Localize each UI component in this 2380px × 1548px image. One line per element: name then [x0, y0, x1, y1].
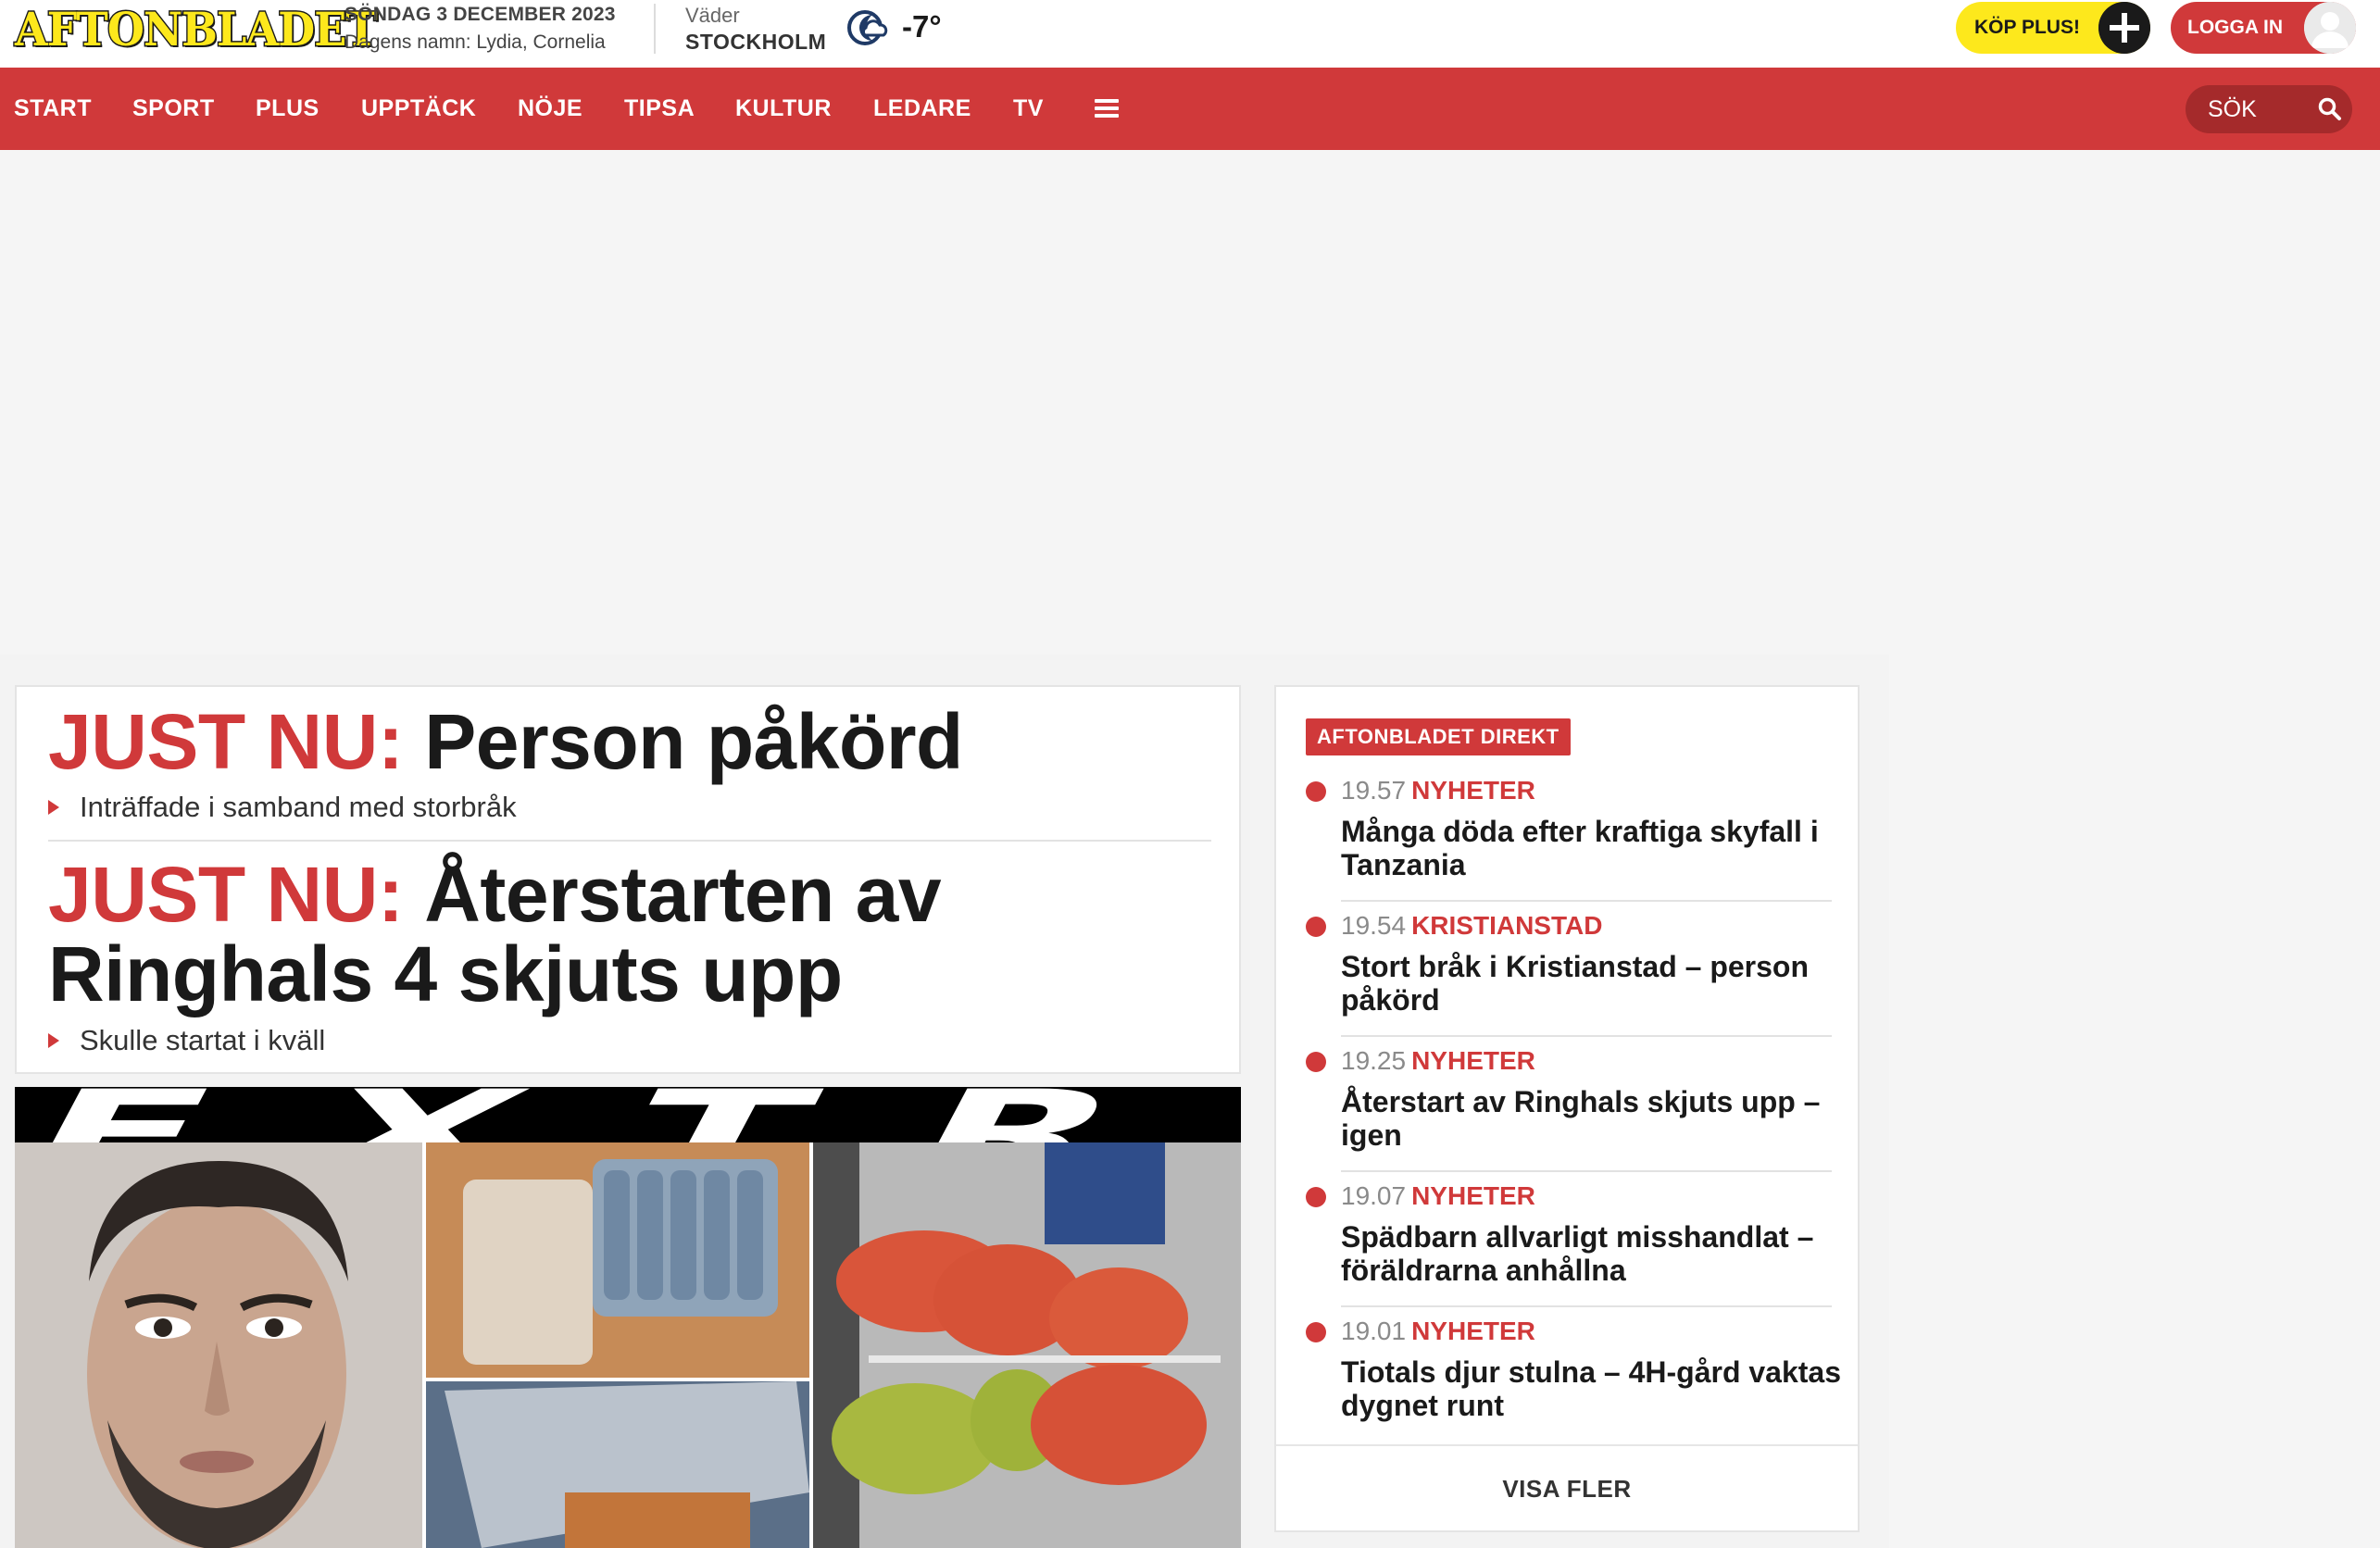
direkt-item-title: Återstart av Ringhals skjuts upp – igen — [1341, 1085, 1821, 1152]
header-divider — [654, 4, 656, 54]
extra-banner-text: EXTRA — [15, 1087, 1241, 1142]
extra-banner: EXTRA — [15, 1087, 1241, 1142]
just-nu-headline-2-line2: Ringhals 4 skjuts upp — [48, 934, 843, 1014]
closet-pills-image — [813, 1142, 1241, 1548]
just-nu-headline-2: JUST NU: Återstarten av — [48, 855, 942, 934]
aftonbladet-logo[interactable]: AFTONBLADET — [14, 0, 379, 57]
user-avatar-icon — [2304, 2, 2356, 54]
search-icon[interactable] — [2317, 96, 2343, 122]
direkt-badge: AFTONBLADET DIREKT — [1306, 718, 1571, 755]
direkt-item[interactable]: 19.25 NYHETER Återstart av Ringhals skjut… — [1276, 1037, 1858, 1172]
headline-text: Ringhals 4 skjuts upp — [48, 930, 843, 1017]
nav-item-sport[interactable]: SPORT — [132, 68, 215, 150]
direkt-item-time: 19.07 — [1341, 1181, 1407, 1210]
live-dot-icon — [1306, 917, 1326, 937]
search-label: SÖK — [2208, 96, 2257, 122]
weather-temperature: -7° — [902, 9, 942, 44]
live-dot-icon — [1306, 1052, 1326, 1072]
subline-text: Inträffade i samband med storbråk — [80, 791, 517, 823]
just-nu-prefix: JUST NU: — [48, 698, 404, 785]
drug-bags-photo — [426, 1142, 809, 1378]
direkt-item-category: NYHETER — [1411, 1317, 1535, 1345]
nav-item-tipsa[interactable]: TIPSA — [624, 68, 695, 150]
live-dot-icon — [1306, 1322, 1326, 1342]
live-dot-icon — [1306, 781, 1326, 802]
seized-bags-image — [426, 1142, 809, 1378]
direkt-item-meta: 19.25 NYHETER — [1341, 1046, 1535, 1076]
show-more-button[interactable]: VISA FLER — [1276, 1444, 1858, 1532]
direkt-item[interactable]: 19.01 NYHETER Tiotals djur stulna – 4H-gå… — [1276, 1307, 1858, 1442]
nav-item-tv[interactable]: TV — [1013, 68, 1044, 150]
ad-placeholder — [0, 150, 2380, 655]
name-day: Dagens namn: Lydia, Cornelia — [344, 31, 606, 53]
login-button[interactable]: LOGGA IN — [2171, 2, 2356, 54]
suspect-face-image — [15, 1142, 422, 1548]
direkt-item[interactable]: 19.57 NYHETER Många döda efter kraftiga s… — [1276, 767, 1858, 902]
weather-widget[interactable]: Väder STOCKHOLM — [685, 4, 826, 55]
closet-photo — [813, 1142, 1241, 1548]
plastic-bag-image — [426, 1381, 809, 1548]
direkt-item-meta: 19.54 KRISTIANSTAD — [1341, 911, 1602, 941]
triangle-right-icon — [48, 800, 59, 815]
triangle-right-icon — [48, 1033, 59, 1048]
nav-item-plus[interactable]: PLUS — [256, 68, 319, 150]
nav-item-kultur[interactable]: KULTUR — [735, 68, 832, 150]
extra-teaser[interactable]: EXTRA — [15, 1087, 1241, 1548]
just-nu-subline-2: Skulle startat i kväll — [48, 1024, 325, 1057]
direkt-item-category: NYHETER — [1411, 776, 1535, 805]
divider — [48, 840, 1211, 842]
logo-text: AFTONBLADET — [14, 0, 379, 57]
login-label: LOGGA IN — [2187, 17, 2284, 38]
direkt-item-meta: 19.57 NYHETER — [1341, 776, 1535, 805]
plastic-bag-photo — [426, 1381, 809, 1548]
direkt-item-title: Stort bråk i Kristianstad – person påkör… — [1341, 950, 1810, 1017]
just-nu-box: JUST NU: Person påkörd Inträffade i samb… — [15, 685, 1241, 1074]
direkt-item-meta: 19.07 NYHETER — [1341, 1181, 1535, 1211]
direkt-item-category: NYHETER — [1411, 1046, 1535, 1075]
headline-text: Återstarten av — [424, 851, 942, 938]
direkt-item[interactable]: 19.54 KRISTIANSTAD Stort bråk i Kristians… — [1276, 902, 1858, 1037]
nav-item-start[interactable]: START — [14, 68, 92, 150]
top-header: AFTONBLADET SÖNDAG 3 DECEMBER 2023 Dagen… — [0, 0, 2380, 68]
current-date: SÖNDAG 3 DECEMBER 2023 — [344, 4, 616, 25]
buy-plus-label: KÖP PLUS! — [1974, 17, 2080, 38]
just-nu-subline-1: Inträffade i samband med storbråk — [48, 791, 517, 824]
direkt-item-time: 19.25 — [1341, 1046, 1407, 1075]
weather-label: Väder — [685, 4, 740, 27]
date-block: SÖNDAG 3 DECEMBER 2023 Dagens namn: Lydi… — [344, 4, 616, 54]
direkt-item-time: 19.01 — [1341, 1317, 1407, 1345]
direkt-item-time: 19.54 — [1341, 911, 1407, 940]
subline-text: Skulle startat i kväll — [80, 1024, 326, 1056]
weather-city: STOCKHOLM — [685, 30, 827, 54]
search-field[interactable]: SÖK — [2186, 85, 2352, 133]
direkt-item-title: Många döda efter kraftiga skyfall i Tanz… — [1341, 815, 1819, 881]
direkt-item-category: NYHETER — [1411, 1181, 1535, 1210]
suspect-photo — [15, 1142, 422, 1548]
direkt-item[interactable]: 19.07 NYHETER Spädbarn allvarligt misshan… — [1276, 1172, 1858, 1307]
aftonbladet-direkt: AFTONBLADET DIREKT 19.57 NYHETER Många dö… — [1274, 685, 1860, 1532]
nav-item-ledare[interactable]: LEDARE — [873, 68, 971, 150]
moon-cloud-icon — [847, 10, 888, 45]
direkt-item-title: Tiotals djur stulna – 4H-gård vaktas dyg… — [1341, 1355, 1842, 1422]
just-nu-headline-1: JUST NU: Person påkörd — [48, 702, 963, 781]
just-nu-prefix: JUST NU: — [48, 851, 404, 938]
main-nav: START SPORT PLUS UPPTÄCK NÖJE TIPSA KULT… — [0, 68, 2380, 150]
plus-icon — [2098, 2, 2150, 54]
nav-item-noje[interactable]: NÖJE — [518, 68, 582, 150]
hamburger-icon[interactable] — [1095, 99, 1119, 118]
direkt-item-time: 19.57 — [1341, 776, 1407, 805]
nav-item-upptack[interactable]: UPPTÄCK — [361, 68, 476, 150]
direkt-item-meta: 19.01 NYHETER — [1341, 1317, 1535, 1346]
buy-plus-button[interactable]: KÖP PLUS! — [1956, 2, 2150, 54]
live-dot-icon — [1306, 1187, 1326, 1207]
direkt-item-category: KRISTIANSTAD — [1411, 911, 1603, 940]
direkt-item-title: Spädbarn allvarligt misshandlat – föräld… — [1341, 1220, 1814, 1287]
headline-text: Person påkörd — [424, 698, 963, 785]
